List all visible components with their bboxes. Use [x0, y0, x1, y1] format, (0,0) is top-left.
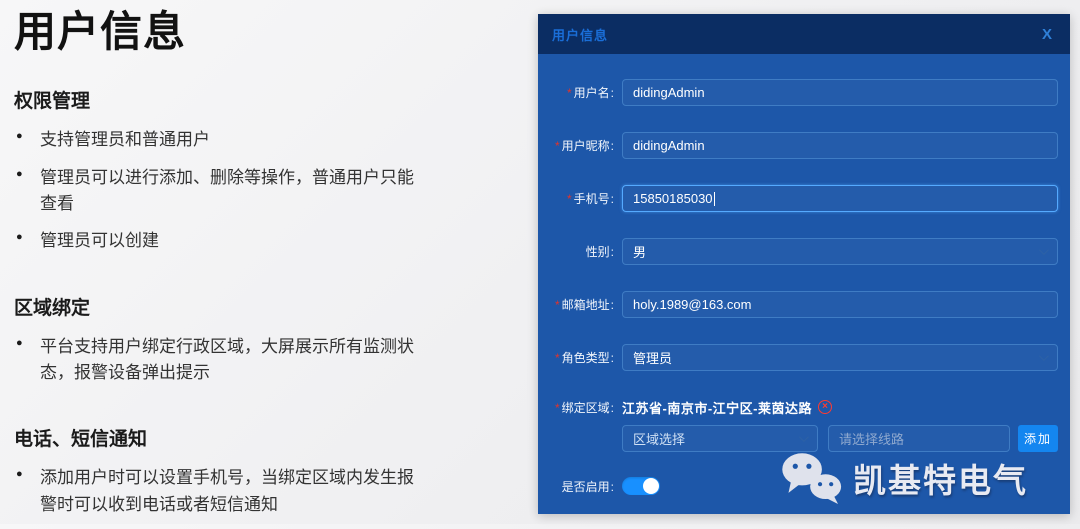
list-item: 管理员可以创建 [14, 228, 422, 254]
required-mark: * [555, 298, 560, 312]
region-picker-row: 区域选择 请选择线路 添加 [622, 425, 1058, 452]
chevron-down-icon [799, 432, 809, 442]
nickname-input[interactable]: didingAdmin [622, 132, 1058, 159]
chevron-down-icon [1039, 245, 1049, 255]
form-row-email: *邮箱地址: holy.1989@163.com [548, 291, 1058, 318]
section-heading: 区域绑定 [14, 293, 484, 320]
close-icon[interactable]: X [1038, 24, 1056, 45]
field-label: 是否启用: [548, 478, 614, 495]
field-label: *绑定区域: [548, 399, 614, 416]
text-cursor [714, 192, 716, 206]
form-row-enable: 是否启用: [548, 476, 1058, 496]
email-input[interactable]: holy.1989@163.com [622, 291, 1058, 318]
list-item: 平台支持用户绑定行政区域，大屏展示所有监测状态，报警设备弹出提示 [14, 334, 422, 387]
list-item: 管理员可以进行添加、删除等操作，普通用户只能查看 [14, 165, 422, 218]
section-notifications: 电话、短信通知 添加用户时可以设置手机号，当绑定区域内发生报警时可以收到电话或者… [14, 424, 484, 518]
required-mark: * [555, 351, 560, 365]
gender-select[interactable]: 男 [622, 238, 1058, 265]
modal-body: *用户名: didingAdmin *用户昵称: didingAdmin *手机… [538, 54, 1070, 514]
modal-header: 用户信息 X [538, 14, 1070, 54]
username-input[interactable]: didingAdmin [622, 79, 1058, 106]
role-select[interactable]: 管理员 [622, 344, 1058, 371]
add-region-button[interactable]: 添加 [1018, 425, 1058, 452]
user-info-modal: 用户信息 X *用户名: didingAdmin *用户昵称: didingAd… [538, 14, 1070, 514]
page-title: 用户信息 [14, 8, 484, 56]
bullet-list: 平台支持用户绑定行政区域，大屏展示所有监测状态，报警设备弹出提示 [14, 334, 422, 387]
section-permissions: 权限管理 支持管理员和普通用户 管理员可以进行添加、删除等操作，普通用户只能查看… [14, 86, 484, 254]
phone-input[interactable]: 15850185030 [622, 185, 1058, 212]
bullet-list: 添加用户时可以设置手机号，当绑定区域内发生报警时可以收到电话或者短信通知 [14, 465, 422, 518]
form-row-nickname: *用户昵称: didingAdmin [548, 132, 1058, 159]
field-label: 性别: [548, 243, 614, 260]
form-row-bound-region: *绑定区域: 江苏省-南京市-江宁区-莱茵达路 × [548, 397, 1058, 417]
required-mark: * [567, 192, 572, 206]
line-select[interactable]: 请选择线路 [828, 425, 1010, 452]
required-mark: * [555, 139, 560, 153]
list-item: 支持管理员和普通用户 [14, 127, 422, 153]
region-select[interactable]: 区域选择 [622, 425, 818, 452]
field-label: *手机号: [548, 190, 614, 207]
enable-toggle[interactable] [622, 477, 660, 495]
required-mark: * [567, 86, 572, 100]
form-row-username: *用户名: didingAdmin [548, 79, 1058, 106]
section-heading: 权限管理 [14, 86, 484, 113]
field-label: *用户名: [548, 84, 614, 101]
bullet-list: 支持管理员和普通用户 管理员可以进行添加、删除等操作，普通用户只能查看 管理员可… [14, 127, 422, 254]
form-row-gender: 性别: 男 [548, 238, 1058, 265]
field-label: *用户昵称: [548, 137, 614, 154]
section-heading: 电话、短信通知 [14, 424, 484, 451]
doc-column: 用户信息 权限管理 支持管理员和普通用户 管理员可以进行添加、删除等操作，普通用… [14, 8, 484, 529]
bound-region-value: 江苏省-南京市-江宁区-莱茵达路 [622, 398, 812, 417]
field-label: *角色类型: [548, 349, 614, 366]
field-label: *邮箱地址: [548, 296, 614, 313]
form-row-role: *角色类型: 管理员 [548, 344, 1058, 371]
modal-title: 用户信息 [552, 25, 608, 44]
remove-region-icon[interactable]: × [818, 400, 832, 414]
section-region-binding: 区域绑定 平台支持用户绑定行政区域，大屏展示所有监测状态，报警设备弹出提示 [14, 293, 484, 387]
form-row-phone: *手机号: 15850185030 [548, 185, 1058, 212]
list-item: 添加用户时可以设置手机号，当绑定区域内发生报警时可以收到电话或者短信通知 [14, 465, 422, 518]
toggle-knob [643, 478, 659, 494]
chevron-down-icon [1039, 351, 1049, 361]
required-mark: * [555, 401, 560, 415]
